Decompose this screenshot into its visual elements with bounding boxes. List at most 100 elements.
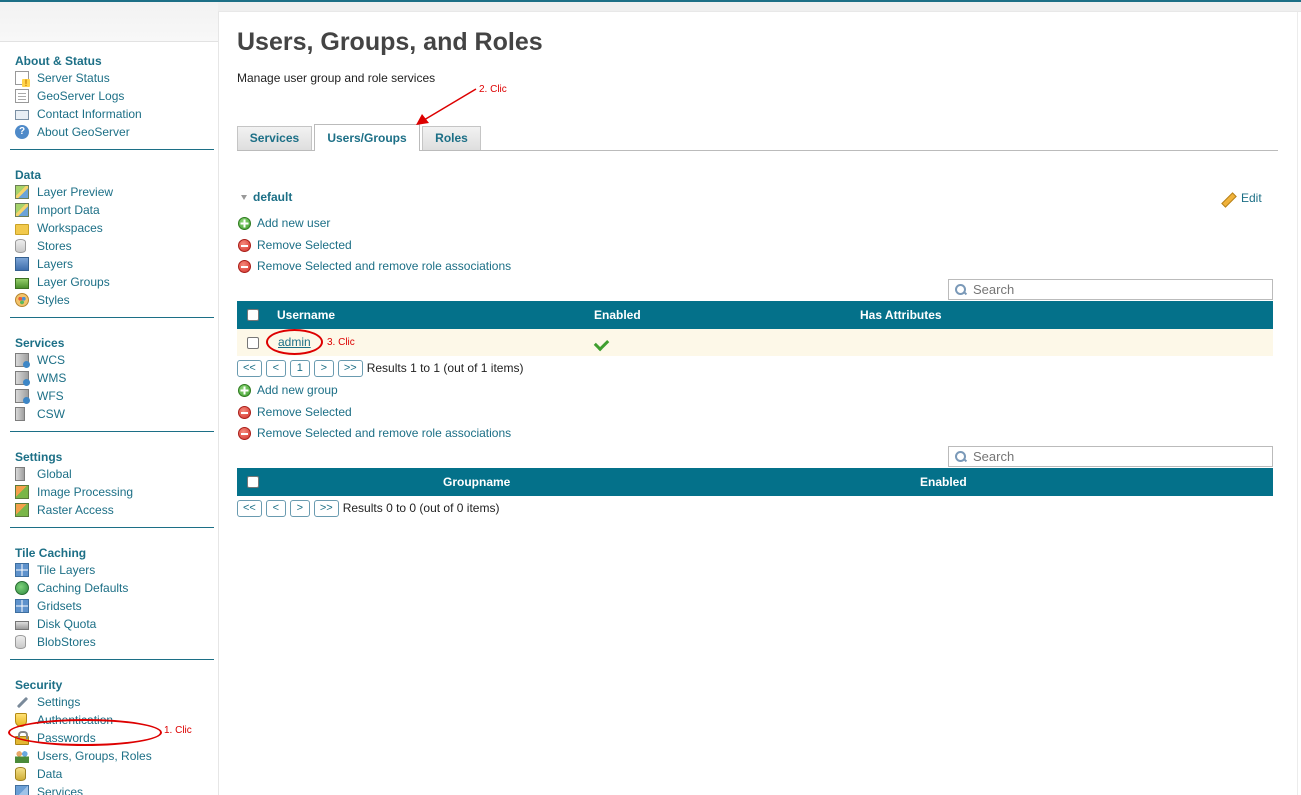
tab-services[interactable]: Services <box>237 126 312 150</box>
disk-icon <box>15 621 29 630</box>
sidebar-item-layer-groups[interactable]: Layer Groups <box>10 273 214 291</box>
sidebar-item-disk-quota[interactable]: Disk Quota <box>10 615 214 633</box>
server-icon <box>15 467 25 481</box>
row-checkbox[interactable] <box>247 337 259 349</box>
sidebar-item-workspaces[interactable]: Workspaces <box>10 219 214 237</box>
sidebar-item-styles[interactable]: Styles <box>10 291 214 309</box>
pager-last-button[interactable]: >> <box>337 359 363 377</box>
sidebar-item-label: WCS <box>37 353 65 367</box>
page-description: Manage user group and role services <box>237 71 436 85</box>
sidebar-item-data-security[interactable]: Data <box>10 765 214 783</box>
users-search-input[interactable] <box>973 282 1263 297</box>
edit-link[interactable]: Edit <box>1220 191 1262 205</box>
sidebar-item-label: BlobStores <box>37 635 96 649</box>
annotation-step3: 3. Clic <box>327 337 355 348</box>
lock-icon <box>15 731 29 745</box>
database-icon <box>15 239 26 253</box>
pencil-icon <box>1220 191 1234 205</box>
pager-next-button[interactable]: > <box>289 499 310 517</box>
add-new-group-link[interactable]: Add new group <box>238 382 338 398</box>
sidebar-item-security-settings[interactable]: Settings <box>10 693 214 711</box>
sidebar-item-label: Data <box>37 767 63 781</box>
data-security-icon <box>15 767 26 781</box>
column-username[interactable]: Username <box>277 301 335 329</box>
tab-users-groups[interactable]: Users/Groups <box>314 124 420 151</box>
sidebar-item-geoserver-logs[interactable]: GeoServer Logs <box>10 87 214 105</box>
sidebar-item-services-security[interactable]: Services <box>10 783 214 795</box>
grid-icon <box>15 563 29 577</box>
pager-first-button[interactable]: << <box>237 499 262 517</box>
sidebar-item-csw[interactable]: CSW <box>10 405 214 423</box>
server-globe-icon <box>15 353 30 368</box>
sidebar-item-label: Layer Preview <box>37 185 114 199</box>
sidebar-item-import-data[interactable]: Import Data <box>10 201 214 219</box>
sidebar-item-label: Caching Defaults <box>37 581 129 595</box>
pager-prev-button[interactable]: < <box>265 359 286 377</box>
column-enabled[interactable]: Enabled <box>594 301 641 329</box>
remove-users-and-roles-link[interactable]: Remove Selected and remove role associat… <box>238 258 511 274</box>
pager-first-button[interactable]: << <box>237 359 262 377</box>
column-groupname[interactable]: Groupname <box>443 468 510 496</box>
username-link[interactable]: admin <box>278 335 311 349</box>
pager-page-1-button[interactable]: 1 <box>289 359 310 377</box>
sidebar-item-users-groups-roles[interactable]: Users, Groups, Roles <box>10 747 214 765</box>
pager-next-button[interactable]: > <box>313 359 334 377</box>
sidebar-section-title: About & Status <box>15 54 102 68</box>
pager-results-text: Results 0 to 0 (out of 0 items) <box>342 501 500 515</box>
sidebar-item-label: Image Processing <box>37 485 134 499</box>
sidebar-item-contact-information[interactable]: Contact Information <box>10 105 214 123</box>
pager-last-button[interactable]: >> <box>313 499 339 517</box>
sidebar-item-wcs[interactable]: WCS <box>10 351 214 369</box>
map-import-icon <box>15 203 29 217</box>
sidebar-item-about-geoserver[interactable]: ? About GeoServer <box>10 123 214 141</box>
action-label: Add new user <box>257 216 331 230</box>
document-icon <box>15 89 29 103</box>
sidebar-item-server-status[interactable]: Server Status <box>10 69 214 87</box>
service-toggle[interactable]: default <box>241 190 292 204</box>
sidebar-item-layers[interactable]: Layers <box>10 255 214 273</box>
pager-prev-button[interactable]: < <box>265 499 286 517</box>
sidebar-item-blobstores[interactable]: BlobStores <box>10 633 214 651</box>
sidebar-item-wfs[interactable]: WFS <box>10 387 214 405</box>
sidebar-item-label: WMS <box>37 371 67 385</box>
remove-groups-and-roles-link[interactable]: Remove Selected and remove role associat… <box>238 425 511 441</box>
sidebar-section-data: Data Layer Preview Import Data Workspace… <box>10 156 214 318</box>
select-all-users-checkbox[interactable] <box>247 309 259 321</box>
groups-search-input[interactable] <box>973 449 1263 464</box>
action-label: Remove Selected <box>257 238 352 252</box>
sidebar-item-raster-access[interactable]: Raster Access <box>10 501 214 519</box>
sidebar-item-label: Import Data <box>37 203 100 217</box>
column-group-enabled[interactable]: Enabled <box>920 468 967 496</box>
sidebar-item-wms[interactable]: WMS <box>10 369 214 387</box>
sidebar-item-tile-layers[interactable]: Tile Layers <box>10 561 214 579</box>
sidebar-item-label: Users, Groups, Roles <box>37 749 152 763</box>
sidebar-item-label: Layer Groups <box>37 275 110 289</box>
sidebar-item-global[interactable]: Global <box>10 465 214 483</box>
tab-roles[interactable]: Roles <box>422 126 481 150</box>
remove-selected-users-link[interactable]: Remove Selected <box>238 237 352 253</box>
sidebar-section-title: Services <box>15 336 65 350</box>
add-icon <box>238 383 251 397</box>
sidebar-item-caching-defaults[interactable]: Caching Defaults <box>10 579 214 597</box>
select-all-groups-checkbox[interactable] <box>247 476 259 488</box>
add-icon <box>238 216 251 230</box>
sidebar-item-gridsets[interactable]: Gridsets <box>10 597 214 615</box>
sidebar-item-label: About GeoServer <box>37 125 130 139</box>
edit-label: Edit <box>1241 191 1262 205</box>
sidebar-item-image-processing[interactable]: Image Processing <box>10 483 214 501</box>
sidebar-nav: About & Status Server Status GeoServer L… <box>10 42 214 795</box>
add-new-user-link[interactable]: Add new user <box>238 215 330 231</box>
sidebar-section-about: About & Status Server Status GeoServer L… <box>10 42 214 150</box>
contact-card-icon <box>15 110 29 120</box>
sidebar-item-stores[interactable]: Stores <box>10 237 214 255</box>
groups-pager: << < > >> Results 0 to 0 (out of 0 items… <box>237 499 499 517</box>
sidebar-item-layer-preview[interactable]: Layer Preview <box>10 183 214 201</box>
palette-icon <box>15 293 29 307</box>
remove-selected-groups-link[interactable]: Remove Selected <box>238 404 352 420</box>
sidebar-item-label: Styles <box>37 293 70 307</box>
sidebar-section-settings: Settings Global Image Processing Raster … <box>10 438 214 528</box>
column-has-attributes[interactable]: Has Attributes <box>860 301 942 329</box>
sidebar-header-area <box>0 2 218 42</box>
sidebar-item-label: Stores <box>37 239 72 253</box>
users-icon <box>15 749 29 763</box>
